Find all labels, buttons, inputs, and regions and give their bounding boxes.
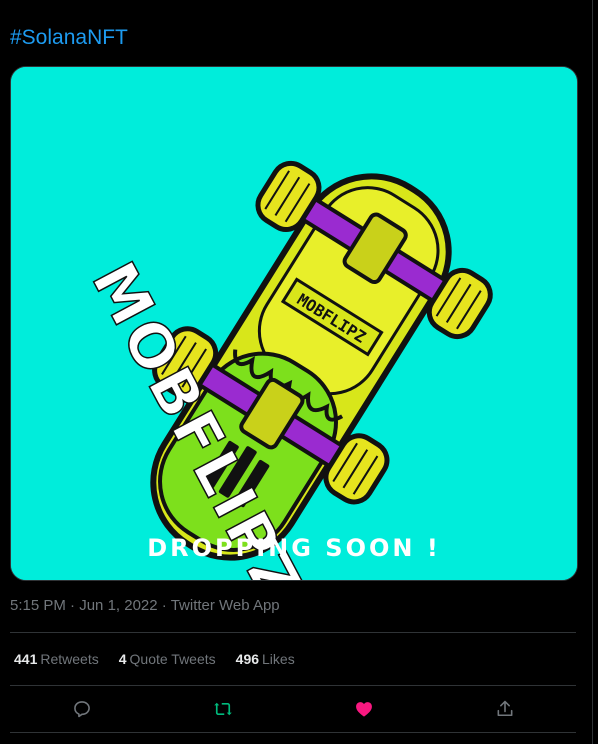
quotes-label: Quote Tweets (129, 651, 216, 667)
retweets-count: 441 (14, 651, 38, 667)
mobflipz-artwork: MOBFLIPZ MOBFLIPZ DROPPING SOON ! (11, 67, 577, 580)
retweets-label: Retweets (40, 651, 99, 667)
tweet-media-image[interactable]: MOBFLIPZ MOBFLIPZ DROPPING SOON ! (10, 66, 578, 581)
retweet-icon (214, 702, 232, 716)
tweet-stats: 441 Retweets 4 Quote Tweets 496 Likes (14, 651, 295, 667)
divider (10, 732, 576, 733)
tweet-date[interactable]: Jun 1, 2022 (79, 597, 157, 614)
share-icon (497, 700, 513, 717)
likes-count: 496 (235, 651, 260, 667)
artwork-caption: DROPPING SOON ! (147, 534, 441, 562)
reply-icon (74, 701, 90, 718)
retweet-button[interactable] (203, 690, 243, 728)
reply-button[interactable] (62, 690, 102, 728)
tweet-actions (10, 690, 576, 730)
retweets-stat[interactable]: 441 Retweets (14, 651, 99, 667)
divider (10, 632, 576, 633)
meta-separator: · (161, 597, 167, 614)
quotes-count: 4 (118, 651, 127, 667)
meta-separator: · (70, 597, 76, 614)
likes-stat[interactable]: 496 Likes (236, 651, 295, 667)
hashtag-link[interactable]: #SolanaNFT (10, 26, 128, 50)
tweet-time[interactable]: 5:15 PM (10, 597, 66, 614)
share-button[interactable] (485, 690, 525, 728)
heart-icon (356, 702, 372, 717)
quote-tweets-stat[interactable]: 4 Quote Tweets (119, 651, 216, 667)
tweet-source[interactable]: Twitter Web App (171, 597, 280, 614)
tweet-timestamp-row: 5:15 PM · Jun 1, 2022 · Twitter Web App (10, 597, 280, 614)
column-border (592, 0, 593, 744)
divider (10, 685, 576, 686)
likes-label: Likes (262, 651, 295, 667)
like-button[interactable] (344, 690, 384, 728)
